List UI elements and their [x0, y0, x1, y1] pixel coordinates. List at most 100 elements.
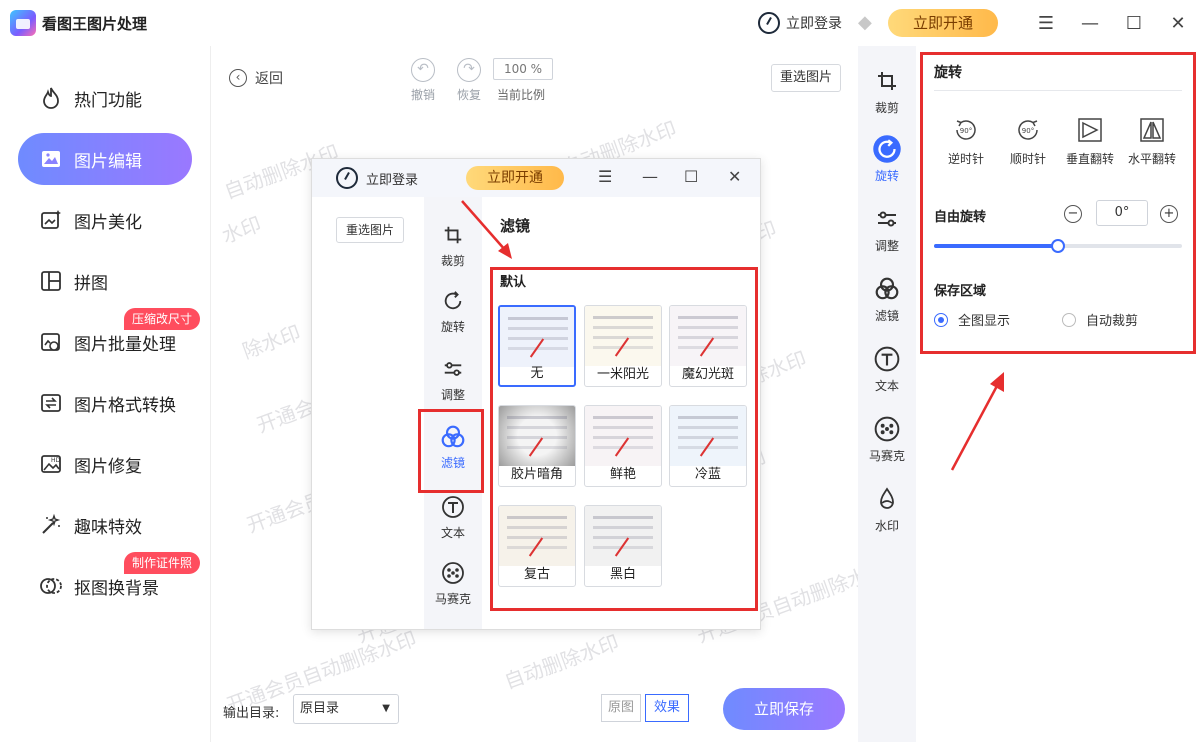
tool-rotate[interactable]: 旋转 — [858, 134, 916, 184]
image-edit-icon — [38, 146, 64, 172]
filter-bw: 黑白 — [584, 505, 662, 587]
sidebar-item-image-edit[interactable]: 图片编辑 — [18, 133, 192, 185]
rotate-cw-button[interactable]: 90° 顺时针 — [998, 116, 1058, 167]
sidebar-item-repair[interactable]: HD 图片修复 — [18, 438, 192, 490]
undo-button[interactable]: ↶ 撤销 — [411, 58, 435, 103]
tool-label: 滤镜 — [875, 309, 899, 323]
menu-icon[interactable]: ☰ — [1024, 0, 1068, 46]
filter-label: 冷蓝 — [670, 463, 746, 482]
batch-icon — [38, 329, 64, 355]
diamond-icon: ◆ — [858, 14, 878, 32]
undo-label: 撤销 — [411, 88, 435, 102]
filter-sunshine: 一米阳光 — [584, 305, 662, 387]
filter-thumbnail — [585, 406, 661, 466]
crop-icon — [439, 221, 467, 249]
menu-icon: ☰ — [598, 167, 612, 186]
filter-thumbnail — [670, 306, 746, 366]
rotate-ccw-button[interactable]: 90° 逆时针 — [936, 116, 996, 167]
output-dir-value: 原目录 — [300, 701, 339, 716]
svg-text:HD: HD — [51, 457, 61, 464]
decrease-button[interactable]: − — [1064, 205, 1082, 223]
save-button[interactable]: 立即保存 — [723, 688, 845, 730]
tool-watermark[interactable]: 水印 — [858, 484, 916, 534]
sidebar-item-label: 图片格式转换 — [74, 391, 176, 416]
flip-vertical-icon — [1076, 116, 1104, 144]
sidebar-item-convert[interactable]: 图片格式转换 — [18, 377, 192, 429]
sidebar-item-beautify[interactable]: 图片美化 — [18, 194, 192, 246]
flip-horizontal-button[interactable]: 水平翻转 — [1122, 116, 1182, 167]
rotate-cw-label: 顺时针 — [1010, 152, 1046, 166]
tool-rail: 裁剪 旋转 调整 滤镜 文本 马赛克 水印 — [858, 46, 916, 742]
adjust-icon — [439, 355, 467, 383]
original-toggle[interactable]: 原图 — [601, 694, 641, 722]
vip-button[interactable]: 立即开通 — [888, 9, 998, 37]
tool-label: 文本 — [875, 379, 899, 393]
tool-label: 旋转 — [875, 169, 899, 183]
watermark: 除水印 — [238, 317, 304, 365]
rotate-icon — [872, 134, 902, 164]
tool-label: 裁剪 — [441, 254, 465, 268]
filter-label: 黑白 — [585, 563, 661, 582]
tool-crop[interactable]: 裁剪 — [858, 66, 916, 116]
tool-adjust[interactable]: 调整 — [858, 204, 916, 254]
filter-thumbnail — [670, 406, 746, 466]
title-bar: 看图王图片处理 立即登录 ◆ 立即开通 ☰ — ☐ ✕ — [0, 0, 1200, 46]
maximize-icon[interactable]: ☐ — [1112, 0, 1156, 46]
beautify-icon — [38, 207, 64, 233]
tool-label: 马赛克 — [869, 449, 905, 463]
clock-avatar-icon[interactable] — [758, 12, 780, 34]
radio-dot — [934, 313, 948, 327]
tool-label: 旋转 — [441, 320, 465, 334]
free-rotate-label: 自由旋转 — [934, 206, 986, 225]
save-area-label: 保存区域 — [934, 280, 986, 299]
cutout-badge: 制作证件照 — [124, 552, 200, 574]
reselect-image-button[interactable]: 重选图片 — [771, 64, 841, 92]
sidebar-item-effects[interactable]: 趣味特效 — [18, 499, 192, 551]
slider-handle[interactable] — [1051, 239, 1065, 253]
flip-vertical-button[interactable]: 垂直翻转 — [1060, 116, 1120, 167]
radio-full-display[interactable]: 全图显示 — [934, 310, 1010, 329]
filter-icon — [439, 423, 467, 451]
preview-login: 立即登录 — [366, 169, 418, 188]
preview-tool-text: 文本 — [424, 493, 482, 541]
rotate-ccw-label: 逆时针 — [948, 152, 984, 166]
adjust-icon — [872, 204, 902, 234]
back-button[interactable]: ‹ 返回 — [229, 68, 283, 88]
sidebar-item-hot[interactable]: 热门功能 — [18, 72, 192, 124]
filter-icon — [872, 274, 902, 304]
tool-filter[interactable]: 滤镜 — [858, 274, 916, 324]
minimize-icon: — — [642, 167, 658, 186]
degree-input[interactable]: 0° — [1096, 200, 1148, 226]
canvas-area: 自动删除水印 开通会员自动删除水印 水印 开通会员自动删除水印 除水印 开通会员… — [210, 46, 858, 742]
tool-text[interactable]: 文本 — [858, 344, 916, 394]
slider-fill — [934, 244, 1058, 248]
radio-auto-crop[interactable]: 自动裁剪 — [1062, 310, 1138, 329]
tool-label: 水印 — [875, 519, 899, 533]
filter-label: 无 — [500, 362, 574, 381]
sidebar-item-collage[interactable]: 拼图 — [18, 255, 192, 307]
tool-mosaic[interactable]: 马赛克 — [858, 414, 916, 464]
filter-cool-blue: 冷蓝 — [669, 405, 747, 487]
zoom-label: 当前比例 — [497, 86, 545, 103]
filter-thumbnail — [585, 506, 661, 566]
redo-icon: ↷ — [457, 58, 481, 82]
flame-icon — [38, 85, 64, 111]
minimize-icon[interactable]: — — [1068, 0, 1112, 46]
redo-button[interactable]: ↷ 恢复 — [457, 58, 481, 103]
radio-label: 自动裁剪 — [1086, 310, 1138, 329]
output-dir-select[interactable]: 原目录 ▼ — [293, 694, 399, 724]
effect-toggle[interactable]: 效果 — [645, 694, 689, 722]
login-link[interactable]: 立即登录 — [786, 13, 842, 33]
increase-button[interactable]: + — [1160, 205, 1178, 223]
rotate-slider[interactable] — [934, 244, 1182, 248]
close-icon[interactable]: ✕ — [1156, 0, 1200, 46]
filter-retro: 复古 — [498, 505, 576, 587]
preview-tool-adjust: 调整 — [424, 355, 482, 403]
sidebar-item-label: 趣味特效 — [74, 513, 142, 538]
redo-label: 恢复 — [457, 88, 481, 102]
tool-label: 调整 — [441, 388, 465, 402]
divider — [934, 90, 1182, 91]
tool-label: 调整 — [875, 239, 899, 253]
watermark-icon — [872, 484, 902, 514]
zoom-input[interactable]: 100 % — [493, 58, 553, 80]
